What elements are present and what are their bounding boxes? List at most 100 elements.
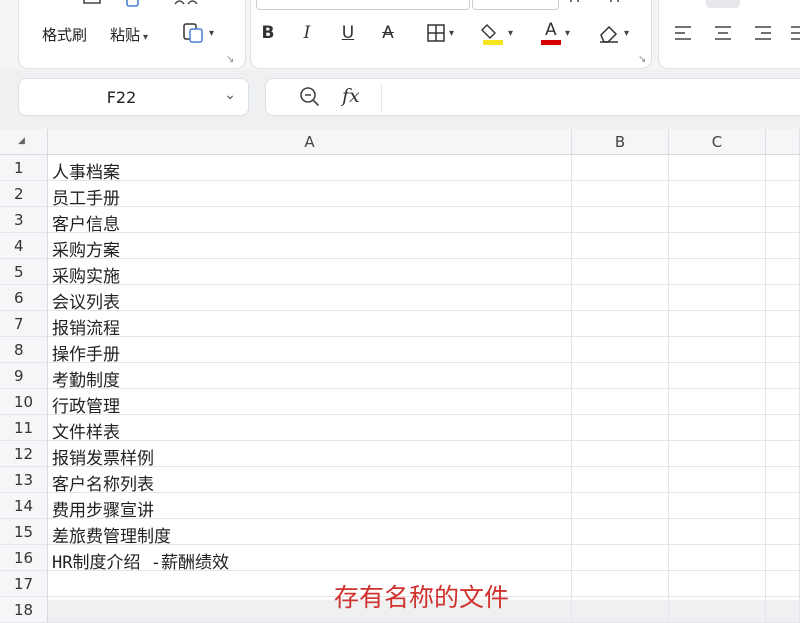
cell-c[interactable] (669, 337, 766, 363)
row-header[interactable]: 13 (0, 467, 48, 493)
cell-b[interactable] (572, 441, 669, 467)
chevron-down-icon[interactable]: ⌄ (224, 87, 236, 103)
row-header[interactable]: 10 (0, 389, 48, 415)
cell-c[interactable] (669, 285, 766, 311)
row-header[interactable]: 9 (0, 363, 48, 389)
row-header[interactable]: 8 (0, 337, 48, 363)
cell-b[interactable] (572, 259, 669, 285)
cell-b[interactable] (572, 363, 669, 389)
dialog-launcher-icon[interactable]: ↘ (638, 54, 646, 65)
cell-c[interactable] (669, 207, 766, 233)
chevron-down-icon[interactable]: ▾ (143, 32, 148, 43)
cell-d[interactable] (766, 285, 800, 311)
row-header[interactable]: 5 (0, 259, 48, 285)
row-header[interactable]: 3 (0, 207, 48, 233)
cell-b[interactable] (572, 493, 669, 519)
cell-c[interactable] (669, 155, 766, 181)
border-button[interactable]: ▾ (418, 20, 462, 46)
copy-icon-top[interactable] (166, 0, 206, 8)
paste-button[interactable]: 粘贴 ▾ (110, 24, 148, 45)
cell-b[interactable] (572, 311, 669, 337)
cell-a[interactable]: 费用步骤宣讲 (48, 493, 572, 521)
select-all-corner[interactable]: ◢ (0, 129, 48, 155)
cell-c[interactable] (669, 597, 766, 623)
bold-button[interactable]: B (256, 20, 280, 46)
column-header-a[interactable]: A (48, 129, 572, 155)
cell-d[interactable] (766, 441, 800, 467)
clear-format-button[interactable]: ▾ (590, 20, 636, 46)
justify-button[interactable] (788, 20, 800, 46)
cell-d[interactable] (766, 493, 800, 519)
row-header[interactable]: 12 (0, 441, 48, 467)
cell-c[interactable] (669, 389, 766, 415)
cell-b[interactable] (572, 155, 669, 181)
row-header[interactable]: 2 (0, 181, 48, 207)
row-header[interactable]: 7 (0, 311, 48, 337)
column-header-b[interactable]: B (572, 129, 669, 155)
cell-d[interactable] (766, 389, 800, 415)
underline-button[interactable]: U (336, 20, 360, 46)
cell-c[interactable] (669, 363, 766, 389)
cell-b[interactable] (572, 571, 669, 597)
cell-c[interactable] (669, 571, 766, 597)
cell-d[interactable] (766, 545, 800, 571)
copy-button[interactable]: ▾ (175, 20, 221, 46)
increase-font-icon[interactable]: A˄ (566, 0, 590, 6)
row-header[interactable]: 18 (0, 597, 48, 623)
row-header[interactable]: 11 (0, 415, 48, 441)
cell-d[interactable] (766, 311, 800, 337)
row-header[interactable]: 15 (0, 519, 48, 545)
cell-a[interactable]: 报销流程 (48, 311, 572, 339)
cell-c[interactable] (669, 415, 766, 441)
name-box[interactable]: F22 ⌄ (18, 78, 249, 116)
cell-b[interactable] (572, 467, 669, 493)
cell-c[interactable] (669, 519, 766, 545)
cell-c[interactable] (669, 441, 766, 467)
cell-d[interactable] (766, 363, 800, 389)
dialog-launcher-icon[interactable]: ↘ (226, 54, 234, 65)
row-header[interactable]: 14 (0, 493, 48, 519)
decrease-font-icon[interactable]: A˅ (606, 0, 630, 6)
font-name-input[interactable] (256, 0, 470, 10)
cell-a[interactable]: 采购实施 (48, 259, 572, 287)
cell-d[interactable] (766, 181, 800, 207)
cell-a[interactable]: HR制度介绍 -薪酬绩效 (48, 545, 572, 573)
cell-a[interactable]: 考勤制度 (48, 363, 572, 391)
cell-d[interactable] (766, 597, 800, 623)
cell-d[interactable] (766, 467, 800, 493)
cell-d[interactable] (766, 233, 800, 259)
format-painter-button[interactable]: 格式刷 (42, 24, 87, 45)
cell-d[interactable] (766, 259, 800, 285)
insert-function-button[interactable]: fx (342, 85, 360, 107)
zoom-search-icon[interactable] (299, 86, 321, 113)
cell-b[interactable] (572, 285, 669, 311)
cell-a[interactable]: 采购方案 (48, 233, 572, 261)
cell-d[interactable] (766, 155, 800, 181)
cell-b[interactable] (572, 519, 669, 545)
cell-b[interactable] (572, 233, 669, 259)
cell-c[interactable] (669, 259, 766, 285)
cell-a[interactable]: 客户名称列表 (48, 467, 572, 495)
cell-a[interactable]: 会议列表 (48, 285, 572, 313)
cell-b[interactable] (572, 545, 669, 571)
cell-d[interactable] (766, 415, 800, 441)
cell-b[interactable] (572, 337, 669, 363)
align-left-button[interactable] (670, 20, 696, 46)
cell-c[interactable] (669, 467, 766, 493)
cell-b[interactable] (572, 207, 669, 233)
cell-d[interactable] (766, 571, 800, 597)
paste-icon[interactable] (120, 0, 146, 10)
cell-c[interactable] (669, 181, 766, 207)
column-header-c[interactable]: C (669, 129, 766, 155)
cell-b[interactable] (572, 181, 669, 207)
strikethrough-button[interactable]: A (376, 20, 400, 46)
font-size-input[interactable] (472, 0, 559, 10)
cell-b[interactable] (572, 415, 669, 441)
cell-reference[interactable]: F22 (19, 88, 224, 107)
cell-c[interactable] (669, 311, 766, 337)
row-header[interactable]: 16 (0, 545, 48, 571)
fill-color-button[interactable]: ▾ (474, 20, 520, 46)
cell-a[interactable]: 差旅费管理制度 (48, 519, 572, 547)
cell-d[interactable] (766, 337, 800, 363)
align-center-button[interactable] (710, 20, 736, 46)
